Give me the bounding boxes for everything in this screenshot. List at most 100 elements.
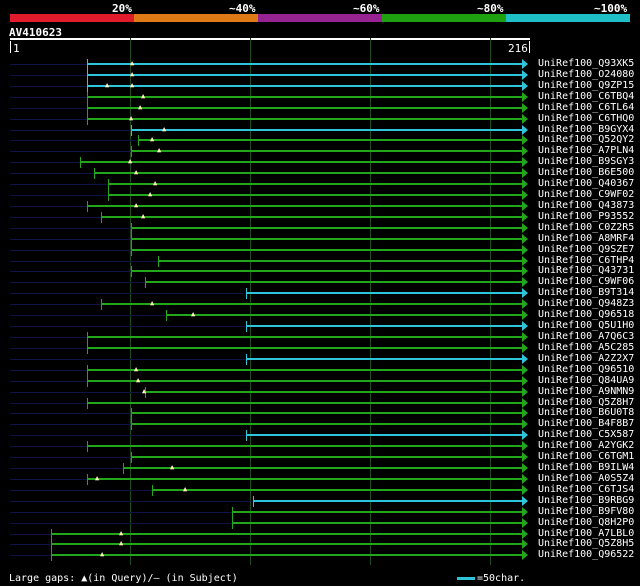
hit-name-link[interactable]: UniRef100_Q9ZP15 [538,80,634,91]
alignment-bar[interactable] [246,292,522,295]
alignment-bar[interactable] [87,204,522,207]
hit-name-link[interactable]: UniRef100_Q93XK5 [538,58,634,69]
hit-name-link[interactable]: UniRef100_A7PLN4 [538,145,634,156]
alignment-arrow-icon [522,441,528,452]
alignment-bar[interactable] [123,467,522,470]
hit-name-link[interactable]: UniRef100_A7LBL0 [538,528,634,539]
hit-name-link[interactable]: UniRef100_A8MRF4 [538,233,634,244]
hit-name-link[interactable]: UniRef100_P93552 [538,211,634,222]
alignment-bar[interactable] [108,183,522,186]
hit-name-link[interactable]: UniRef100_Q40367 [538,178,634,189]
alignment-bar[interactable] [108,194,522,197]
hit-name-link[interactable]: UniRef100_A5C285 [538,342,634,353]
hit-name-link[interactable]: UniRef100_B9FV80 [538,506,634,517]
hit-name-link[interactable]: UniRef100_B9GYX4 [538,124,634,135]
hit-name-link[interactable]: UniRef100_Q43731 [538,265,634,276]
alignment-bar[interactable] [87,95,522,98]
alignment-arrow-icon [522,299,528,310]
alignment-arrow-icon [522,463,528,474]
hit-name-link[interactable]: UniRef100_Q96518 [538,309,634,320]
hit-name-link[interactable]: UniRef100_C6TJS4 [538,484,634,495]
hit-name-link[interactable]: UniRef100_C6TBQ4 [538,91,634,102]
alignment-bar[interactable] [246,357,522,360]
alignment-bar[interactable] [101,215,522,218]
alignment-arrow-icon [522,157,528,168]
alignment-bar[interactable] [87,477,522,480]
alignment-bar[interactable] [87,336,522,338]
hit-name-link[interactable]: UniRef100_C6THQ0 [538,113,634,124]
alignment-bar[interactable] [246,325,522,328]
hit-name-link[interactable]: UniRef100_C9WF02 [538,189,634,200]
alignment-arrow-icon [522,419,528,430]
hit-name-link[interactable]: UniRef100_A2Z2X7 [538,353,634,364]
alignment-bar[interactable] [145,390,522,393]
hit-name-link[interactable]: UniRef100_A9NMN9 [538,386,634,397]
hit-name-link[interactable]: UniRef100_O24080 [538,69,634,80]
hit-name-link[interactable]: UniRef100_C0Z2R5 [538,222,634,233]
hit-name-link[interactable]: UniRef100_B9T314 [538,287,634,298]
query-gap-icon: ▲ [191,310,196,319]
unaligned-track [10,173,94,175]
alignment-bar[interactable] [131,412,522,415]
hit-name-link[interactable]: UniRef100_Q96510 [538,364,634,375]
hit-name-link[interactable]: UniRef100_C6TGM1 [538,451,634,462]
alignment-bar[interactable] [87,117,522,120]
alignment-bar[interactable] [87,368,522,371]
hit-name-link[interactable]: UniRef100_Q948Z3 [538,298,634,309]
hit-name-link[interactable]: UniRef100_C9WF06 [538,276,634,287]
alignment-bar[interactable] [94,172,522,175]
hit-name-link[interactable]: UniRef100_A7Q6C3 [538,331,634,342]
alignment-bar[interactable] [138,139,522,142]
hit-name-link[interactable]: UniRef100_Q52QY2 [538,134,634,145]
hit-name-link[interactable]: UniRef100_B9ILW4 [538,462,634,473]
alignment-bar[interactable] [131,270,522,273]
alignment-bar[interactable] [80,161,522,164]
hit-name-link[interactable]: UniRef100_Q96522 [538,549,634,560]
hit-name-link[interactable]: UniRef100_A0S5Z4 [538,473,634,484]
alignment-bar[interactable] [131,423,522,426]
alignment-bar[interactable] [131,128,522,131]
alignment-bar[interactable] [145,281,522,284]
alignment-bar[interactable] [101,303,522,306]
hit-name-link[interactable]: UniRef100_B9RBG9 [538,495,634,506]
alignment-bar[interactable] [87,445,522,448]
hit-name-link[interactable]: UniRef100_C6THP4 [538,255,634,266]
alignment-bar[interactable] [87,84,522,87]
hit-name-link[interactable]: UniRef100_A2YGK2 [538,440,634,451]
hit-name-link[interactable]: UniRef100_B6U0T8 [538,407,634,418]
alignment-bar[interactable] [131,150,522,153]
alignment-bar[interactable] [253,499,522,502]
alignment-bar[interactable] [131,248,522,251]
hit-name-link[interactable]: UniRef100_B4F8B7 [538,418,634,429]
alignment-bar[interactable] [87,63,522,65]
alignment-bar[interactable] [131,456,522,459]
alignment-bar[interactable] [158,259,522,262]
alignment-bar[interactable] [152,488,522,491]
alignment-bar[interactable] [131,226,522,229]
hit-name-link[interactable]: UniRef100_Q5Z8H5 [538,538,634,549]
alignment-bar[interactable] [232,510,522,513]
hit-row[interactable]: ▲ UniRef100_Q96522 [0,549,640,562]
hit-name-link[interactable]: UniRef100_Q9SZE7 [538,244,634,255]
alignment-bar[interactable] [51,554,522,557]
hit-name-link[interactable]: UniRef100_Q8H2P0 [538,517,634,528]
hit-name-link[interactable]: UniRef100_C5X587 [538,429,634,440]
alignment-bar[interactable] [131,237,522,240]
alignment-bar[interactable] [166,314,522,317]
alignment-arrow-icon [522,102,528,113]
alignment-bar[interactable] [87,346,522,349]
hit-name-link[interactable]: UniRef100_B9SGY3 [538,156,634,167]
hit-name-link[interactable]: UniRef100_Q5Z8H7 [538,397,634,408]
hit-name-link[interactable]: UniRef100_Q5U1H0 [538,320,634,331]
hit-name-link[interactable]: UniRef100_Q43873 [538,200,634,211]
alignment-arrow-icon [522,168,528,179]
alignment-bar[interactable] [87,379,522,382]
hit-name-link[interactable]: UniRef100_B6E500 [538,167,634,178]
alignment-bar[interactable] [246,434,522,437]
alignment-bar[interactable] [87,106,522,109]
alignment-bar[interactable] [87,73,522,76]
hit-name-link[interactable]: UniRef100_Q84UA9 [538,375,634,386]
hit-name-link[interactable]: UniRef100_C6TL64 [538,102,634,113]
alignment-bar[interactable] [87,401,522,404]
alignment-bar[interactable] [232,521,522,524]
